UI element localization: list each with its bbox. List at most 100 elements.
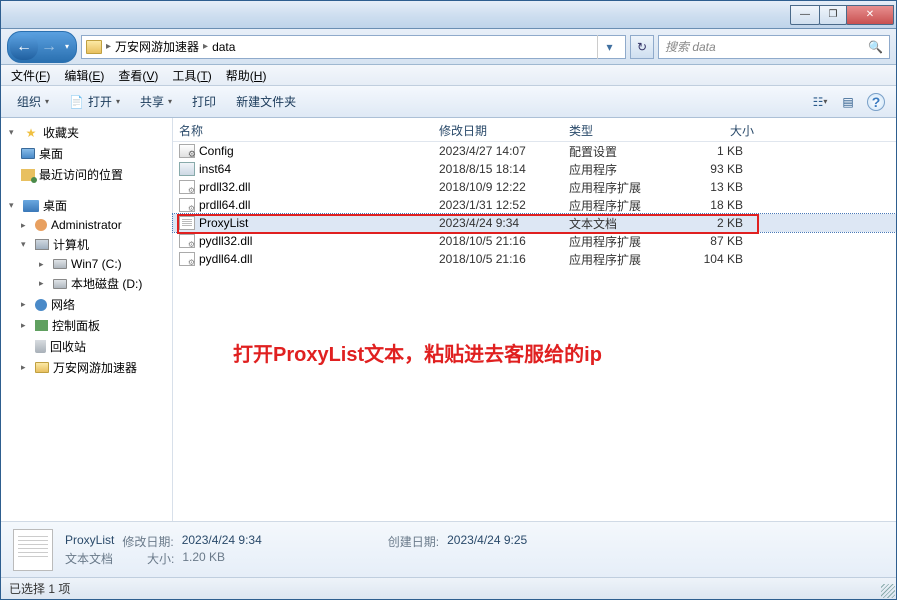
path-dropdown[interactable]: ▾ — [597, 35, 621, 59]
maximize-button[interactable]: ❐ — [819, 5, 847, 25]
chevron-down-icon: ▾ — [168, 97, 172, 106]
search-placeholder: 搜索 data — [665, 38, 716, 55]
menu-view[interactable]: 查看(V) — [112, 65, 164, 86]
sidebar-desktop[interactable]: ▾ 桌面 — [3, 195, 170, 216]
sidebar: ▾ ★ 收藏夹 桌面 最近访问的位置 ▾ 桌面 ▸Administrator ▾… — [1, 118, 173, 521]
share-button[interactable]: 共享 ▾ — [132, 89, 180, 114]
sidebar-item-user[interactable]: ▸Administrator — [3, 216, 170, 234]
sidebar-favorites[interactable]: ▾ ★ 收藏夹 — [3, 122, 170, 143]
open-button[interactable]: 📄打开 ▾ — [61, 89, 128, 114]
file-size: 87 KB — [675, 233, 761, 249]
nav-history-dropdown[interactable]: ▾ — [60, 34, 74, 60]
details-mod-value: 2023/4/24 9:34 — [182, 533, 262, 550]
file-row[interactable]: Config2023/4/27 14:07配置设置1 KB — [173, 142, 896, 160]
details-pane: ProxyList 修改日期: 2023/4/24 9:34 创建日期: 202… — [1, 521, 896, 577]
file-icon — [179, 198, 195, 212]
file-name: prdll32.dll — [199, 180, 250, 194]
file-type: 应用程序扩展 — [563, 232, 675, 251]
expand-icon[interactable]: ▾ — [9, 127, 19, 138]
sidebar-item-drive-c[interactable]: ▸Win7 (C:) — [3, 255, 170, 273]
file-date: 2023/1/31 12:52 — [433, 197, 563, 213]
sidebar-item-computer[interactable]: ▾计算机 — [3, 234, 170, 255]
file-icon — [179, 144, 195, 158]
control-panel-icon — [35, 320, 48, 331]
help-icon: ? — [867, 93, 885, 111]
details-created-value: 2023/4/24 9:25 — [447, 533, 527, 550]
file-size: 2 KB — [675, 215, 761, 231]
sidebar-item-recent[interactable]: 最近访问的位置 — [3, 164, 170, 185]
folder-icon — [35, 362, 49, 373]
minimize-button[interactable]: — — [790, 5, 820, 25]
menu-help[interactable]: 帮助(H) — [220, 65, 273, 86]
refresh-button[interactable]: ↻ — [630, 35, 654, 59]
drive-icon — [53, 279, 67, 289]
sidebar-item-network[interactable]: ▸网络 — [3, 294, 170, 315]
sidebar-item-drive-d[interactable]: ▸本地磁盘 (D:) — [3, 273, 170, 294]
breadcrumb-part[interactable]: 万安网游加速器 — [115, 38, 199, 55]
chevron-down-icon: ▾ — [116, 97, 120, 106]
details-created-label: 创建日期: — [388, 533, 439, 550]
file-row[interactable]: inst642018/8/15 18:14应用程序93 KB — [173, 160, 896, 178]
details-filename: ProxyList — [65, 533, 114, 550]
folder-icon — [86, 40, 102, 54]
file-row[interactable]: pydll32.dll 2018/10/5 21:16应用程序扩展87 KB — [173, 232, 896, 250]
file-type: 应用程序 — [563, 160, 675, 179]
desktop-icon — [21, 148, 35, 159]
status-bar: 已选择 1 项 — [1, 577, 896, 599]
file-name: prdll64.dll — [199, 198, 250, 212]
file-row[interactable]: prdll64.dll2023/1/31 12:52应用程序扩展18 KB — [173, 196, 896, 214]
forward-button[interactable]: → — [38, 34, 60, 60]
file-row[interactable]: ProxyList2023/4/24 9:34文本文档2 KB — [173, 214, 896, 232]
close-button[interactable]: ✕ — [846, 5, 894, 25]
file-size: 18 KB — [675, 197, 761, 213]
sidebar-item-recycle-bin[interactable]: 回收站 — [3, 336, 170, 357]
titlebar: — ❐ ✕ — [1, 1, 896, 29]
preview-pane-button[interactable]: ▤ — [836, 90, 860, 114]
address-bar[interactable]: ▸ 万安网游加速器 ▸ data ▾ — [81, 35, 626, 59]
file-name: Config — [199, 144, 234, 158]
file-type: 配置设置 — [563, 142, 675, 161]
organize-button[interactable]: 组织 ▾ — [9, 89, 57, 114]
menubar: 文件(F) 编辑(E) 查看(V) 工具(T) 帮助(H) — [1, 65, 896, 86]
file-size: 104 KB — [675, 251, 761, 267]
menu-tools[interactable]: 工具(T) — [166, 65, 217, 86]
breadcrumb-part[interactable]: data — [212, 40, 235, 54]
star-icon: ★ — [23, 126, 39, 140]
new-folder-button[interactable]: 新建文件夹 — [228, 89, 304, 114]
explorer-window: — ❐ ✕ ← → ▾ ▸ 万安网游加速器 ▸ data ▾ ↻ 搜索 data… — [0, 0, 897, 600]
back-button[interactable]: ← — [10, 34, 38, 60]
menu-edit[interactable]: 编辑(E) — [58, 65, 110, 86]
sidebar-item-desktop[interactable]: 桌面 — [3, 143, 170, 164]
main-area: ▾ ★ 收藏夹 桌面 最近访问的位置 ▾ 桌面 ▸Administrator ▾… — [1, 118, 896, 521]
help-button[interactable]: ? — [864, 90, 888, 114]
file-date: 2023/4/24 9:34 — [433, 215, 563, 231]
file-row[interactable]: prdll32.dll2018/10/9 12:22应用程序扩展13 KB — [173, 178, 896, 196]
view-mode-button[interactable]: ☷ ▾ — [808, 90, 832, 114]
file-date: 2018/10/5 21:16 — [433, 251, 563, 267]
menu-file[interactable]: 文件(F) — [5, 65, 56, 86]
expand-icon[interactable]: ▾ — [9, 200, 19, 211]
sidebar-label: 收藏夹 — [43, 124, 79, 141]
file-date: 2018/10/5 21:16 — [433, 233, 563, 249]
resize-grip[interactable] — [881, 584, 895, 598]
text-file-icon — [13, 529, 53, 571]
notepad-icon: 📄 — [69, 95, 84, 109]
column-type[interactable]: 类型 — [563, 118, 675, 141]
print-button[interactable]: 打印 — [184, 89, 224, 114]
sidebar-item-folder[interactable]: ▸万安网游加速器 — [3, 357, 170, 378]
column-name[interactable]: 名称 — [173, 118, 433, 141]
sidebar-item-control-panel[interactable]: ▸控制面板 — [3, 315, 170, 336]
column-date[interactable]: 修改日期 — [433, 118, 563, 141]
desktop-icon — [23, 200, 39, 212]
search-icon: 🔍 — [868, 40, 883, 54]
toolbar: 组织 ▾ 📄打开 ▾ 共享 ▾ 打印 新建文件夹 ☷ ▾ ▤ ? — [1, 86, 896, 118]
drive-icon — [53, 259, 67, 269]
breadcrumb-sep: ▸ — [203, 41, 208, 52]
column-headers: 名称 修改日期 类型 大小 — [173, 118, 896, 142]
file-icon — [179, 234, 195, 248]
search-input[interactable]: 搜索 data 🔍 — [658, 35, 890, 59]
file-name: pydll32.dll — [199, 234, 252, 248]
column-size[interactable]: 大小 — [675, 118, 761, 141]
file-row[interactable]: pydll64.dll2018/10/5 21:16应用程序扩展104 KB — [173, 250, 896, 268]
details-text: ProxyList 修改日期: 2023/4/24 9:34 创建日期: 202… — [65, 533, 527, 567]
